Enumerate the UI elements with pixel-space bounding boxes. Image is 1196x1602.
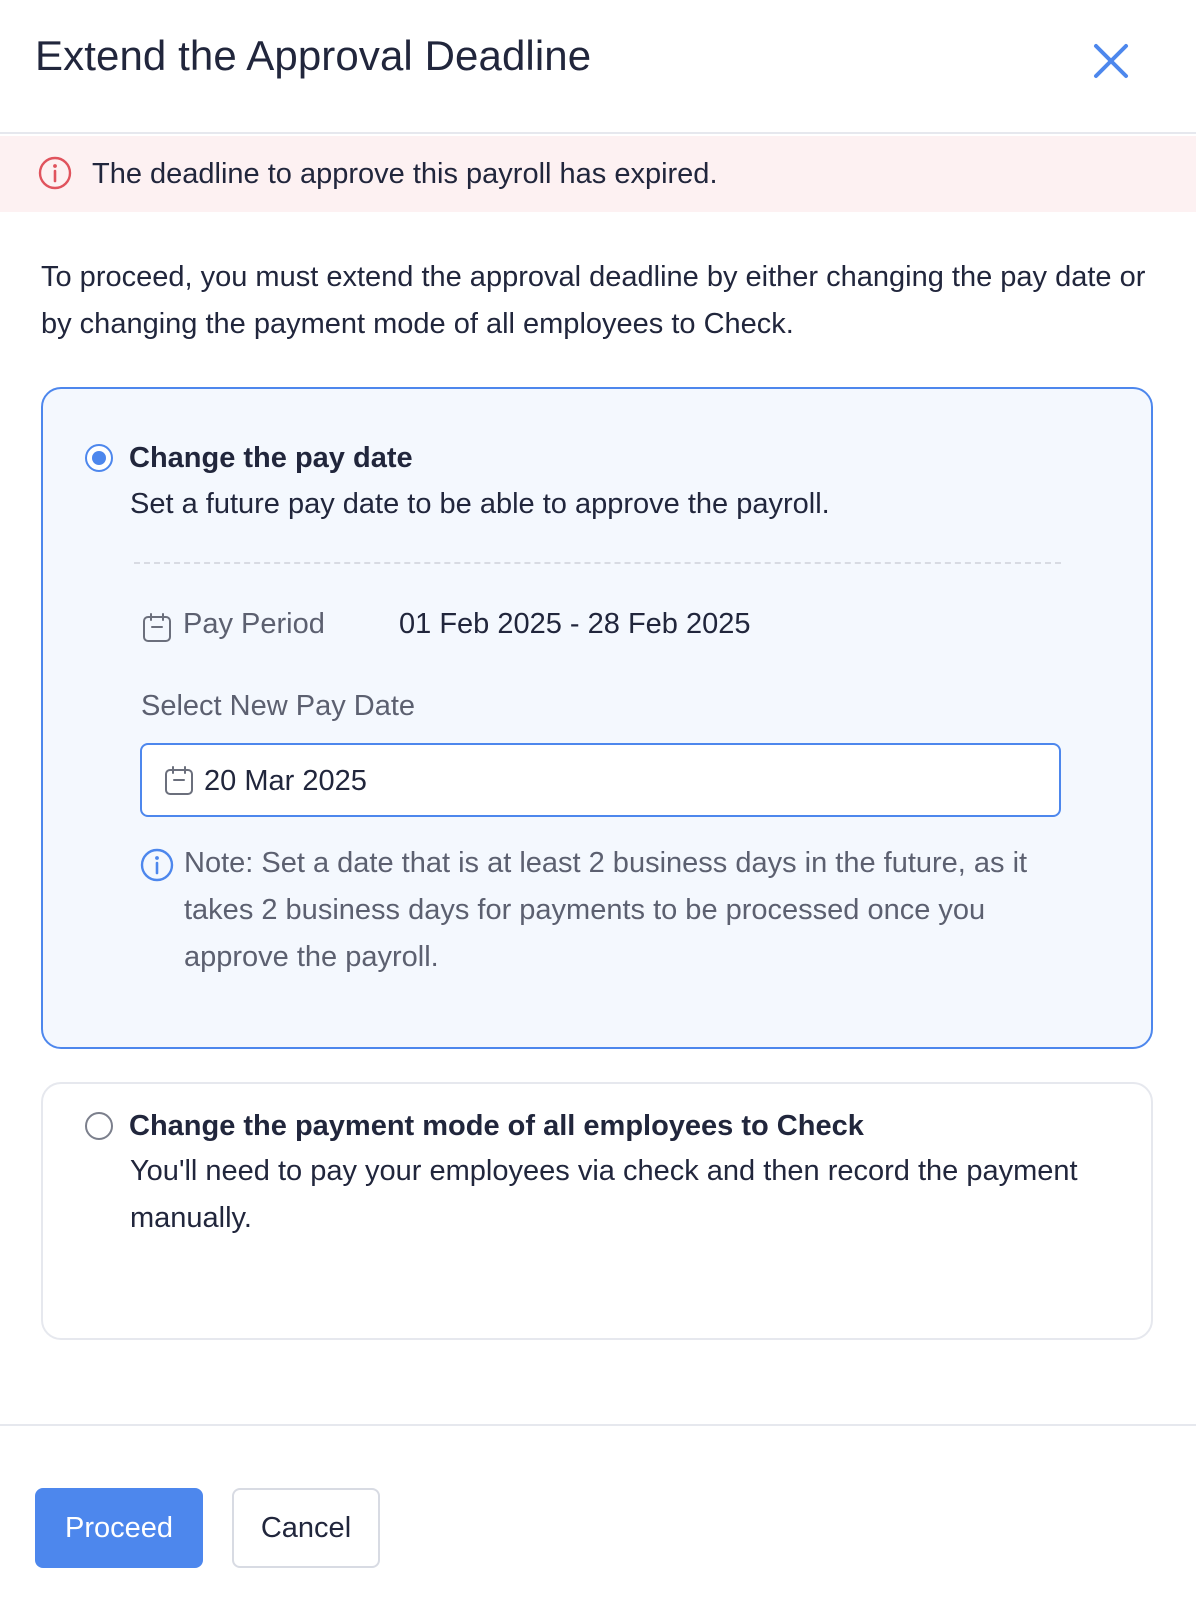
radio-change-payment-mode[interactable] [85, 1112, 113, 1140]
calendar-icon [165, 766, 193, 795]
pay-date-note: Note: Set a date that is at least 2 busi… [184, 847, 1028, 973]
close-icon [1094, 44, 1128, 78]
radio-change-pay-date[interactable] [85, 444, 113, 472]
footer-divider [0, 1424, 1196, 1426]
option-change-payment-mode[interactable]: Change the payment mode of all employees… [41, 1082, 1153, 1340]
expired-alert-banner: The deadline to approve this payroll has… [0, 136, 1196, 212]
dashed-divider [134, 562, 1061, 564]
option-description: Set a future pay date to be able to appr… [130, 488, 830, 520]
new-pay-date-value: 20 Mar 2025 [204, 765, 367, 797]
option-label: Change the pay date [129, 442, 413, 474]
info-circle-icon [38, 156, 72, 190]
dialog-title: Extend the Approval Deadline [35, 32, 592, 79]
option-description: You'll need to pay your employees via ch… [130, 1155, 1078, 1234]
pay-period-value: 01 Feb 2025 - 28 Feb 2025 [399, 608, 751, 640]
new-pay-date-input[interactable]: 20 Mar 2025 [140, 743, 1061, 817]
proceed-button[interactable]: Proceed [35, 1488, 203, 1568]
option-label: Change the payment mode of all employees… [129, 1110, 864, 1142]
alert-message: The deadline to approve this payroll has… [92, 158, 718, 190]
pay-period-label: Pay Period [183, 608, 325, 640]
dialog-header: Extend the Approval Deadline [0, 0, 1196, 134]
intro-text: To proceed, you must extend the approval… [41, 261, 1146, 340]
new-pay-date-label: Select New Pay Date [141, 690, 416, 722]
calendar-icon [143, 613, 171, 642]
cancel-button[interactable]: Cancel [232, 1488, 380, 1568]
option-change-pay-date[interactable]: Change the pay date Set a future pay dat… [41, 387, 1153, 1049]
close-button[interactable] [1088, 38, 1134, 84]
extend-deadline-dialog: Extend the Approval Deadline The deadlin… [0, 0, 1196, 1602]
info-icon [140, 848, 174, 882]
